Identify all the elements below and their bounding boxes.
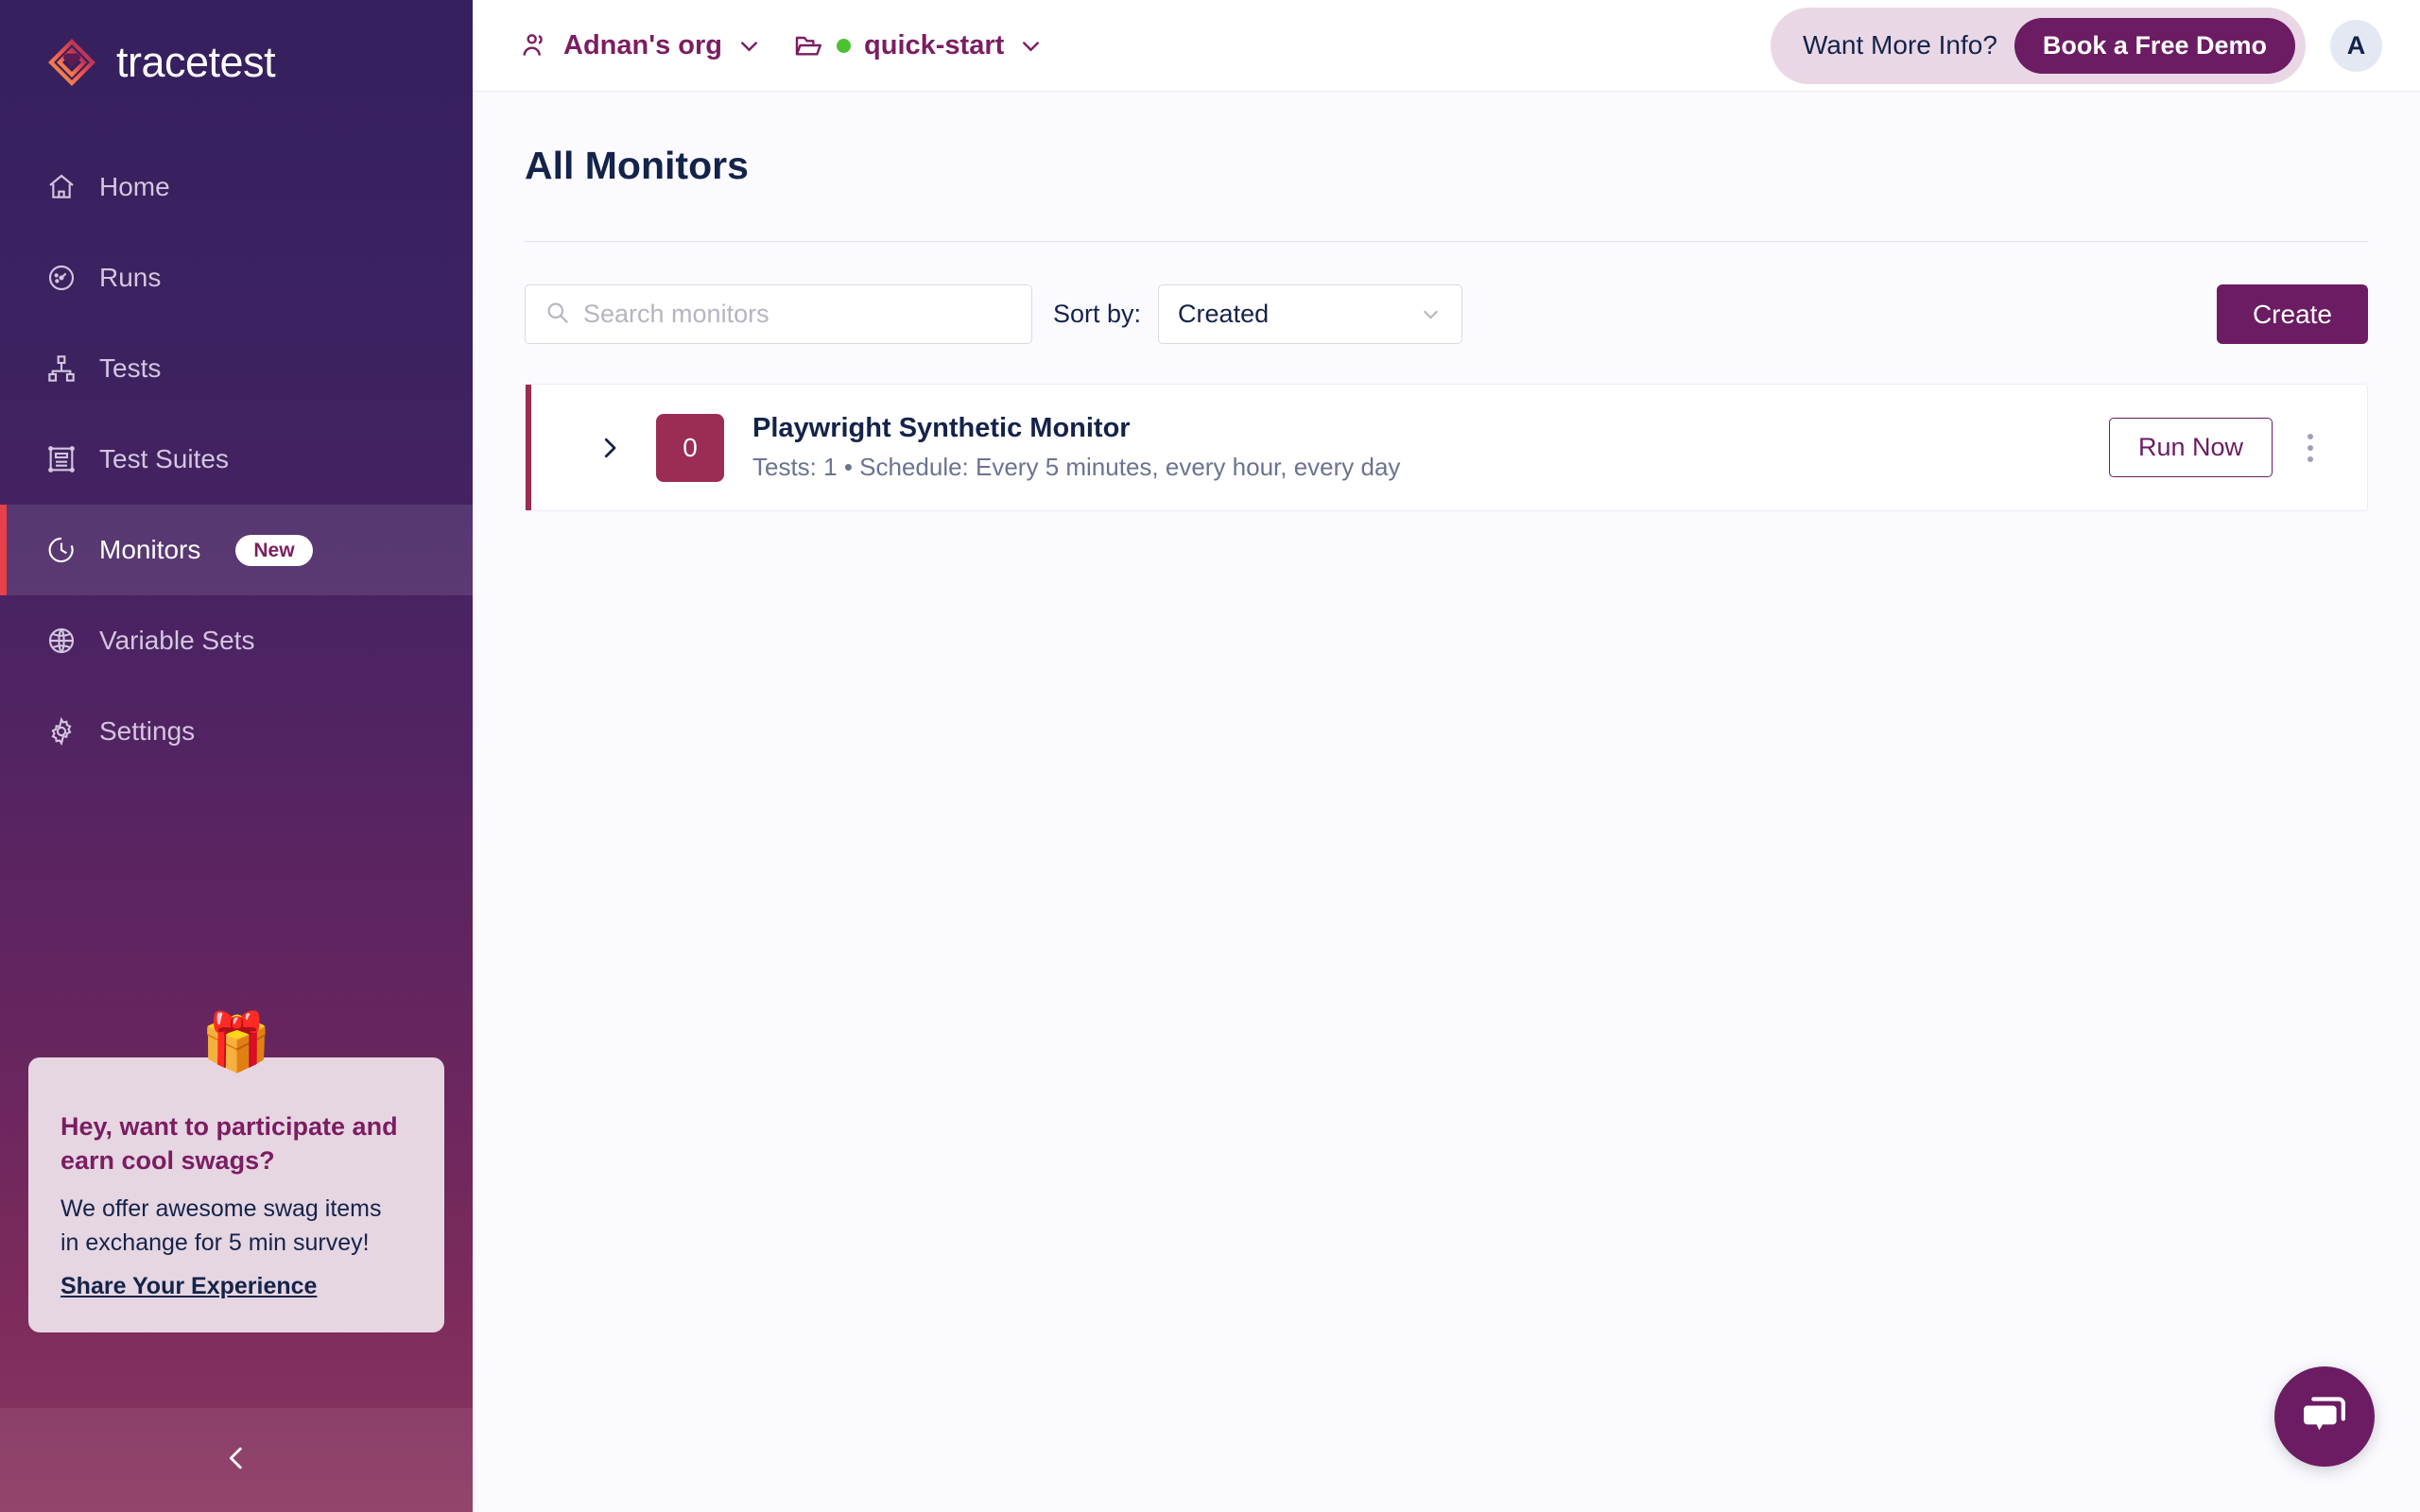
run-now-button[interactable]: Run Now [2108,418,2273,477]
sidebar-item-label: Test Suites [99,444,229,473]
search-icon [544,300,570,330]
monitor-subtitle: Tests: 1 • Schedule: Every 5 minutes, ev… [752,453,1401,481]
folder-icon [793,30,823,60]
sidebar-item-label: Home [99,172,170,201]
sidebar-item-label: Monitors [99,535,201,564]
monitor-actions: Run Now [2108,418,2367,477]
monitor-info: Playwright Synthetic Monitor Tests: 1 • … [752,413,1400,482]
main-area: Adnan's org quick-start Want More Info? [473,0,2420,1512]
app-logo-text: tracetest [116,38,276,86]
top-bar-right: Want More Info? Book a Free Demo A [1770,7,2382,84]
page-content: All Monitors Sort by: Created Create [473,92,2420,511]
monitor-title: Playwright Synthetic Monitor [752,413,1131,443]
kebab-menu-icon[interactable] [2282,420,2339,476]
tracetest-logo-icon [45,36,98,89]
people-icon [520,30,550,60]
sidebar-item-settings[interactable]: Settings [0,686,473,777]
sidebar-item-home[interactable]: Home [0,142,473,232]
project-status-dot [837,38,852,53]
globe-icon [45,625,78,657]
app-root: tracetest Home Runs Tests Test Suites Mo… [0,0,2420,1512]
sidebar-badge-new: New [235,534,313,566]
user-avatar[interactable]: A [2330,19,2382,72]
book-demo-button[interactable]: Book a Free Demo [2014,17,2295,74]
swag-promo-card: 🎁 Hey, want to participate and earn cool… [28,1014,444,1332]
hierarchy-icon [45,352,78,385]
clock-icon [45,534,78,566]
app-logo[interactable]: tracetest [0,0,473,94]
sidebar-item-test-suites[interactable]: Test Suites [0,414,473,505]
org-selector[interactable]: Adnan's org [520,30,763,61]
gift-emoji-icon: 🎁 [200,1010,272,1074]
org-name: Adnan's org [563,29,723,60]
expand-monitor-button[interactable] [588,434,631,462]
project-selector[interactable]: quick-start [793,30,1045,61]
monitor-list-item[interactable]: 0 Playwright Synthetic Monitor Tests: 1 … [525,384,2368,511]
top-bar: Adnan's org quick-start Want More Info? [473,0,2420,92]
title-divider [525,241,2368,242]
sidebar-item-tests[interactable]: Tests [0,323,473,414]
page-title: All Monitors [525,144,749,187]
create-button[interactable]: Create [2216,284,2368,344]
chevron-down-icon [735,32,763,60]
sort-by-label: Sort by: [1053,300,1142,328]
sidebar-collapse-button[interactable] [0,1408,473,1512]
sidebar-item-runs[interactable]: Runs [0,232,473,323]
sidebar-nav: Home Runs Tests Test Suites Monitors New… [0,142,473,777]
sidebar-item-label: Runs [99,263,162,292]
gear-icon [45,715,78,747]
sidebar-item-label: Settings [99,716,196,746]
swag-promo-body-line1: We offer awesome swag items [60,1194,382,1222]
sort-by-value: Created [1178,300,1270,328]
chat-widget-button[interactable] [2274,1366,2375,1467]
chevron-left-icon [220,1442,252,1479]
chat-bubble-icon [2298,1389,2351,1445]
sort-by-select[interactable]: Created [1158,284,1463,344]
sidebar-item-monitors[interactable]: Monitors New [0,505,473,595]
info-promo-pill: Want More Info? Book a Free Demo [1770,7,2306,84]
swag-promo-body-line2: in exchange for 5 min survey! [60,1228,370,1256]
suite-icon [45,443,78,475]
info-promo-text: Want More Info? [1802,30,1997,60]
swag-promo-heading: Hey, want to participate and earn cool s… [60,1112,398,1175]
sidebar-item-label: Variable Sets [99,626,255,655]
gauge-icon [45,262,78,294]
chevron-down-icon [1017,32,1045,60]
chevron-down-icon [1419,302,1443,326]
home-icon [45,171,78,203]
search-input[interactable] [583,300,1012,329]
search-monitors-box[interactable] [525,284,1032,344]
monitor-run-count: 0 [656,413,724,482]
project-name: quick-start [864,29,1005,60]
share-experience-link[interactable]: Share Your Experience [60,1273,317,1300]
monitors-toolbar: Sort by: Created Create [525,284,2368,344]
sidebar-item-label: Tests [99,353,162,383]
sidebar-item-variable-sets[interactable]: Variable Sets [0,595,473,686]
sidebar: tracetest Home Runs Tests Test Suites Mo… [0,0,473,1512]
